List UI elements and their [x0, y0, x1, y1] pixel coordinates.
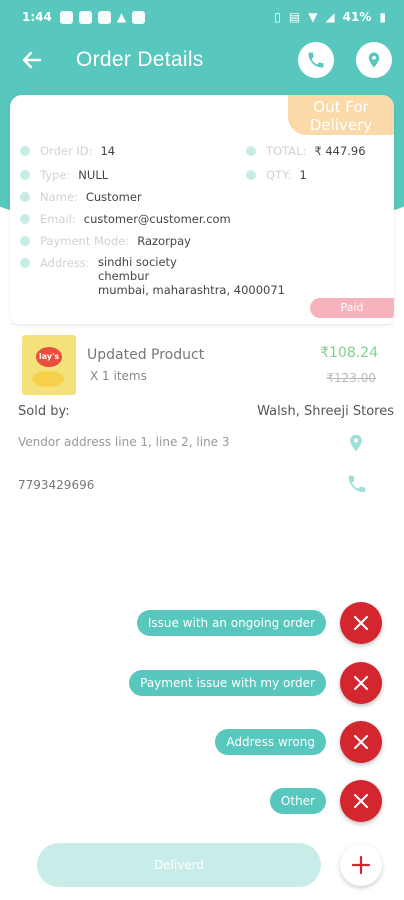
- close-icon[interactable]: [340, 721, 382, 763]
- gmail-icon: [132, 10, 146, 24]
- address-line: mumbai, maharashtra, 4000071: [98, 283, 285, 297]
- type-field: Type: NULL: [20, 168, 108, 182]
- bullet-icon: [20, 236, 30, 246]
- email-value: customer@customer.com: [83, 212, 231, 226]
- name-value: Customer: [85, 190, 142, 204]
- product-name: Updated Product: [87, 347, 205, 363]
- product-quantity: X 1 items: [90, 369, 147, 383]
- bullet-icon: [20, 258, 30, 268]
- location-pin-icon: [368, 52, 380, 68]
- notification-icons: ▲: [59, 10, 146, 24]
- vendor-address: Vendor address line 1, line 2, line 3: [18, 435, 230, 449]
- app-icon: [59, 10, 73, 24]
- address-field: Address:: [20, 256, 98, 270]
- address-label: Address:: [40, 256, 90, 270]
- qty-field: QTY: 1: [246, 168, 307, 182]
- payment-status-badge: Paid: [310, 298, 394, 318]
- payment-mode-value: Razorpay: [137, 234, 191, 248]
- type-value: NULL: [78, 168, 109, 182]
- close-icon[interactable]: [340, 662, 382, 704]
- vibrate-icon: ▯: [274, 10, 281, 24]
- product-chip: [32, 371, 64, 387]
- warning-icon: ▲: [116, 10, 127, 24]
- call-button[interactable]: [298, 42, 334, 78]
- name-label: Name:: [40, 190, 78, 204]
- close-icon[interactable]: [340, 602, 382, 644]
- plus-icon: [351, 855, 371, 875]
- system-icons: ▯ ▤ ▼ ◢ 41% ▮: [274, 10, 386, 24]
- divider: [10, 324, 394, 325]
- order-id-value: 14: [100, 144, 116, 158]
- address-value: sindhi society chembur mumbai, maharasht…: [98, 255, 285, 297]
- product-old-price: ₹123.00: [326, 371, 376, 385]
- qty-value: 1: [299, 168, 307, 182]
- wifi-icon: ▼: [308, 10, 318, 24]
- app-header: Order Details: [0, 40, 404, 84]
- vendor-phone: 7793429696: [18, 478, 95, 492]
- product-price: ₹108.24: [320, 345, 378, 361]
- bullet-icon: [20, 146, 30, 156]
- order-id-label: Order ID:: [40, 144, 93, 158]
- menu-label[interactable]: Payment issue with my order: [129, 670, 326, 696]
- bullet-icon: [246, 146, 256, 156]
- bullet-icon: [20, 214, 30, 224]
- total-value: ₹ 447.96: [314, 144, 366, 158]
- bullet-icon: [20, 170, 30, 180]
- page-title: Order Details: [76, 48, 204, 71]
- phone-icon: [308, 52, 324, 68]
- store-name: Walsh, Shreeji Stores: [257, 404, 394, 419]
- status-bar: 1:44 ▲ ▯ ▤ ▼ ◢ 41% ▮: [0, 0, 404, 34]
- menu-item-payment-issue: Payment issue with my order: [129, 662, 382, 704]
- address-line: chembur: [98, 269, 150, 283]
- menu-label[interactable]: Other: [269, 788, 326, 814]
- payment-mode-field: Payment Mode: Razorpay: [20, 234, 191, 248]
- fab-plus-button[interactable]: [340, 844, 382, 886]
- menu-item-ongoing-order: Issue with an ongoing order: [136, 602, 382, 644]
- location-button[interactable]: [356, 42, 392, 78]
- menu-item-address-wrong: Address wrong: [215, 721, 382, 763]
- order-summary-card: Out For Delivery Order ID: 14 TOTAL: ₹ 4…: [10, 95, 394, 325]
- vendor-phone-icon[interactable]: [346, 473, 368, 499]
- address-line: sindhi society: [98, 255, 177, 269]
- bullet-icon: [20, 192, 30, 202]
- linkedin-icon: [97, 10, 111, 24]
- back-arrow-icon[interactable]: [18, 48, 46, 76]
- instagram-icon: [78, 10, 92, 24]
- product-logo: lay's: [36, 347, 62, 367]
- sold-by-label: Sold by:: [18, 404, 70, 419]
- volte-icon: ▤: [288, 10, 301, 24]
- name-field: Name: Customer: [20, 190, 142, 204]
- vendor-location-pin-icon[interactable]: [346, 431, 366, 459]
- bullet-icon: [246, 170, 256, 180]
- order-status-badge: Out For Delivery: [288, 95, 394, 135]
- email-field: Email: customer@customer.com: [20, 212, 231, 226]
- email-label: Email:: [40, 212, 76, 226]
- order-id-field: Order ID: 14: [20, 144, 115, 158]
- menu-label[interactable]: Address wrong: [215, 729, 326, 755]
- total-label: TOTAL:: [266, 144, 307, 158]
- type-label: Type:: [40, 168, 71, 182]
- battery-icon: ▮: [379, 10, 386, 24]
- payment-mode-label: Payment Mode:: [40, 234, 130, 248]
- status-time: 1:44: [22, 10, 52, 24]
- product-image: lay's: [22, 335, 76, 395]
- battery-level: 41%: [342, 10, 372, 24]
- qty-label: QTY:: [266, 168, 292, 182]
- delivered-button[interactable]: Deliverd: [37, 843, 321, 887]
- menu-label[interactable]: Issue with an ongoing order: [136, 610, 326, 636]
- total-field: TOTAL: ₹ 447.96: [246, 144, 366, 158]
- close-icon[interactable]: [340, 780, 382, 822]
- menu-item-other: Other: [269, 780, 382, 822]
- signal-icon: ◢: [325, 10, 335, 24]
